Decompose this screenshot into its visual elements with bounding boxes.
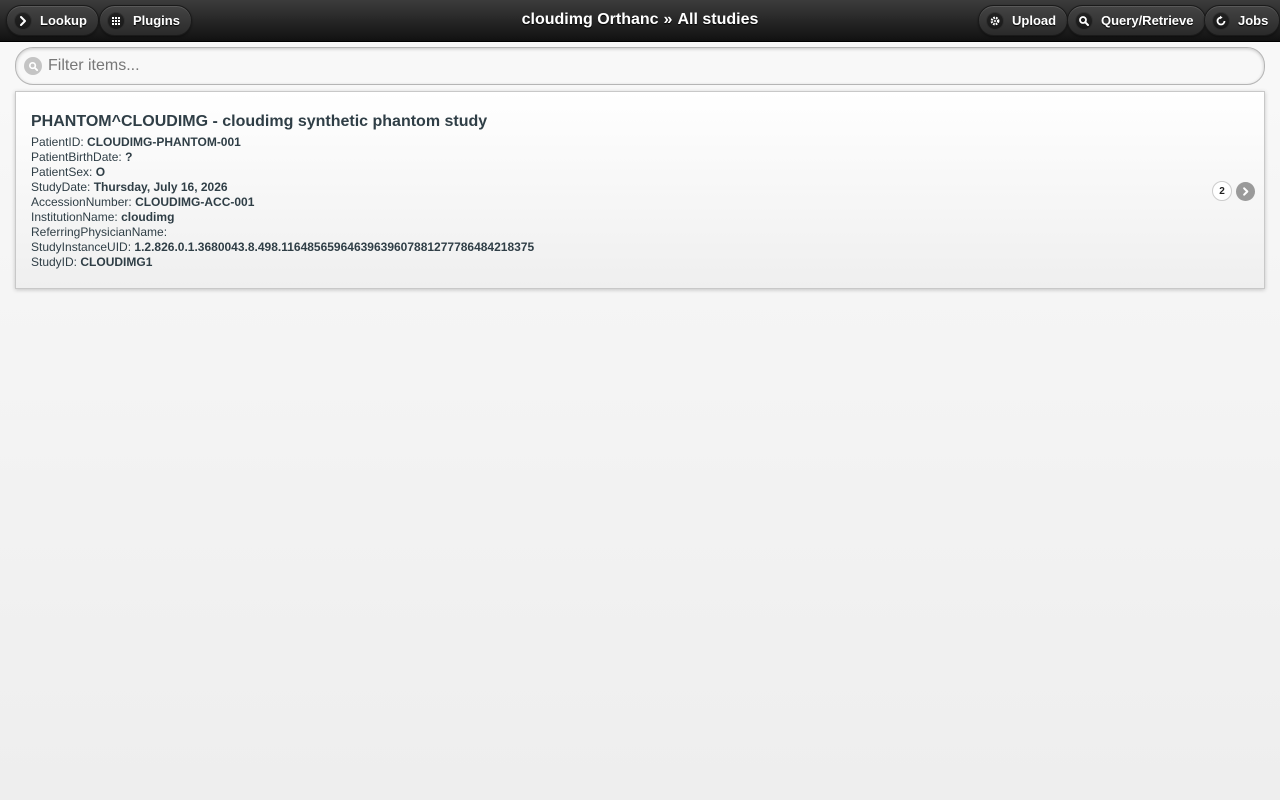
field-value: 1.2.826.0.1.3680043.8.498.11648565964639…: [134, 240, 535, 254]
study-date-row: StudyDate: Thursday, July 16, 2026: [31, 180, 534, 195]
field-value: ?: [125, 150, 133, 164]
field-label: ReferringPhysicianName:: [31, 225, 168, 239]
referring-physician-row: ReferringPhysicianName:: [31, 225, 534, 240]
study-title: PHANTOM^CLOUDIMG - cloudimg synthetic ph…: [31, 113, 488, 130]
filter-input[interactable]: [48, 51, 1248, 81]
field-value: CLOUDIMG1: [80, 255, 153, 269]
series-count-badge: 2: [1212, 181, 1232, 201]
field-label: InstitutionName:: [31, 210, 118, 224]
search-icon: [24, 57, 42, 75]
field-value: Thursday, July 16, 2026: [93, 180, 228, 194]
study-instance-uid-row: StudyInstanceUID: 1.2.826.0.1.3680043.8.…: [31, 240, 534, 255]
grid-icon: [107, 11, 125, 30]
field-label: PatientSex:: [31, 165, 93, 179]
field-value: O: [95, 165, 106, 179]
refresh-icon: [1212, 11, 1230, 30]
institution-name-row: InstitutionName: cloudimg: [31, 210, 534, 225]
patient-sex-row: PatientSex: O: [31, 165, 534, 180]
accession-number-row: AccessionNumber: CLOUDIMG-ACC-001: [31, 195, 534, 210]
chevron-right-icon: [14, 11, 32, 30]
lookup-button[interactable]: Lookup: [6, 5, 99, 36]
current-page-title: All studies: [677, 11, 759, 28]
plugins-label: Plugins: [133, 13, 180, 28]
field-label: StudyInstanceUID:: [31, 240, 132, 254]
study-id-row: StudyID: CLOUDIMG1: [31, 255, 534, 270]
filter-bar: [15, 47, 1265, 85]
top-toolbar: Lookup Plugins cloudimg Orthanc » All st…: [0, 0, 1280, 42]
query-retrieve-label: Query/Retrieve: [1101, 13, 1194, 28]
chevron-right-icon[interactable]: [1236, 182, 1255, 201]
field-label: StudyDate:: [31, 180, 91, 194]
field-label: AccessionNumber:: [31, 195, 132, 209]
field-label: PatientID:: [31, 135, 84, 149]
upload-label: Upload: [1012, 13, 1057, 28]
field-value: CLOUDIMG-PHANTOM-001: [87, 135, 241, 149]
field-label: PatientBirthDate:: [31, 150, 122, 164]
field-label: StudyID:: [31, 255, 78, 269]
gear-icon: [986, 11, 1004, 30]
patient-id-row: PatientID: CLOUDIMG-PHANTOM-001: [31, 135, 534, 150]
jobs-label: Jobs: [1238, 13, 1269, 28]
app-title: cloudimg Orthanc: [521, 11, 659, 28]
search-icon: [1075, 11, 1093, 30]
patient-birth-date-row: PatientBirthDate: ?: [31, 150, 534, 165]
plugins-button[interactable]: Plugins: [99, 5, 192, 36]
query-retrieve-button[interactable]: Query/Retrieve: [1067, 5, 1206, 36]
breadcrumb-separator: »: [663, 11, 673, 28]
field-value: CLOUDIMG-ACC-001: [135, 195, 255, 209]
lookup-label: Lookup: [40, 13, 87, 28]
study-details: PatientID: CLOUDIMG-PHANTOM-001 PatientB…: [31, 135, 534, 270]
study-list-item[interactable]: PHANTOM^CLOUDIMG - cloudimg synthetic ph…: [15, 91, 1265, 289]
field-value: cloudimg: [121, 210, 175, 224]
upload-button[interactable]: Upload: [978, 5, 1069, 36]
jobs-button[interactable]: Jobs: [1204, 5, 1280, 36]
